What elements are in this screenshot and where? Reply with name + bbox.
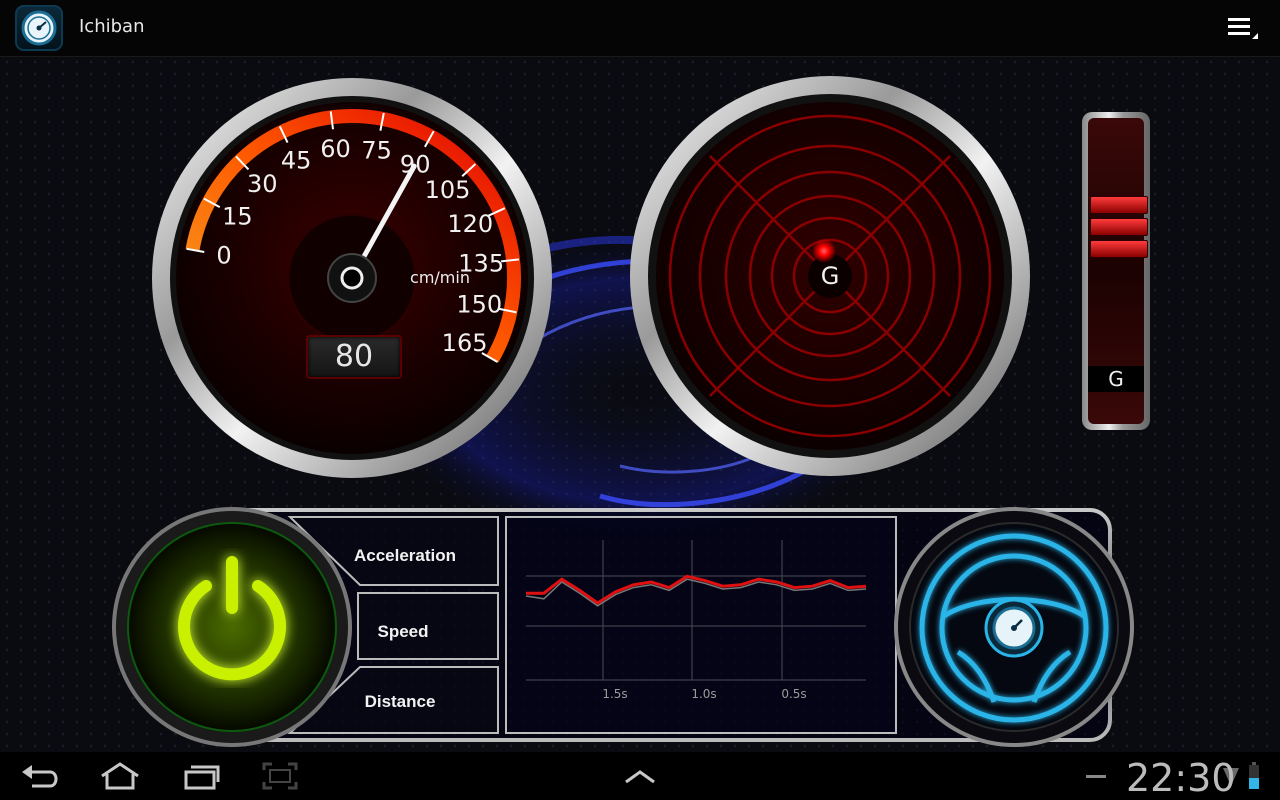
chart-series-line — [526, 574, 867, 605]
g-meter-bar — [1090, 196, 1148, 214]
speedometer-icon — [992, 606, 1036, 650]
clock: 22:30 — [1126, 756, 1236, 800]
g-meter-bar — [1090, 218, 1148, 236]
speed-tick-label: 0 — [216, 241, 231, 269]
g-gauge-label: G — [821, 262, 840, 290]
chart-series-line — [525, 578, 867, 607]
action-bar: Ichiban — [0, 0, 1280, 57]
speed-button[interactable]: Speed — [358, 622, 448, 642]
chevron-up-icon[interactable] — [616, 760, 664, 792]
acceleration-button[interactable]: Acceleration — [340, 546, 470, 566]
speed-tick-label: 105 — [425, 176, 471, 204]
battery-icon — [1249, 762, 1259, 789]
system-nav-bar — [0, 752, 1280, 800]
steering-wheel-button[interactable] — [908, 524, 1120, 736]
chart-x-tick-label: 1.0s — [691, 687, 716, 701]
g-force-meter: G — [1082, 112, 1150, 430]
screenshot-icon[interactable] — [256, 760, 304, 792]
speed-unit-label: cm/min — [410, 268, 470, 287]
chart-x-tick-label: 1.5s — [602, 687, 627, 701]
distance-button[interactable]: Distance — [350, 692, 450, 712]
app-root: Ichiban 0 15 30 45 60 75 105 120 135 150… — [0, 0, 1280, 800]
speed-tick-label: 75 — [361, 136, 392, 164]
chart-x-tick-label: 0.5s — [781, 687, 806, 701]
telemetry-chart: 1.5s 1.0s 0.5s — [525, 540, 867, 701]
speed-tick-label: 30 — [247, 170, 278, 198]
overflow-menu-icon[interactable] — [1222, 12, 1262, 46]
speed-tick-label: 165 — [442, 329, 488, 357]
home-icon[interactable] — [96, 760, 144, 792]
app-title: Ichiban — [79, 16, 145, 37]
recent-apps-icon[interactable] — [178, 760, 226, 792]
back-icon[interactable] — [18, 760, 66, 792]
g-meter-bar — [1090, 240, 1148, 258]
speed-tick-label: 45 — [281, 147, 312, 175]
g-meter-label: G — [1088, 366, 1144, 392]
speed-tick-label: 15 — [222, 203, 253, 231]
speedometer-icon[interactable] — [15, 5, 63, 51]
g-force-dot — [812, 239, 836, 263]
g-force-gauge: G — [630, 76, 1030, 476]
speed-tick-label: 150 — [456, 291, 502, 319]
speed-gauge: 0153045607590105120135150165 cm/min — [152, 78, 552, 478]
speed-tick-label: 120 — [447, 210, 493, 238]
power-icon — [178, 556, 286, 681]
speed-tick-label: 60 — [320, 135, 351, 163]
speed-readout: 80 — [306, 335, 402, 379]
power-button[interactable] — [162, 548, 302, 688]
status-dash — [1086, 775, 1106, 778]
